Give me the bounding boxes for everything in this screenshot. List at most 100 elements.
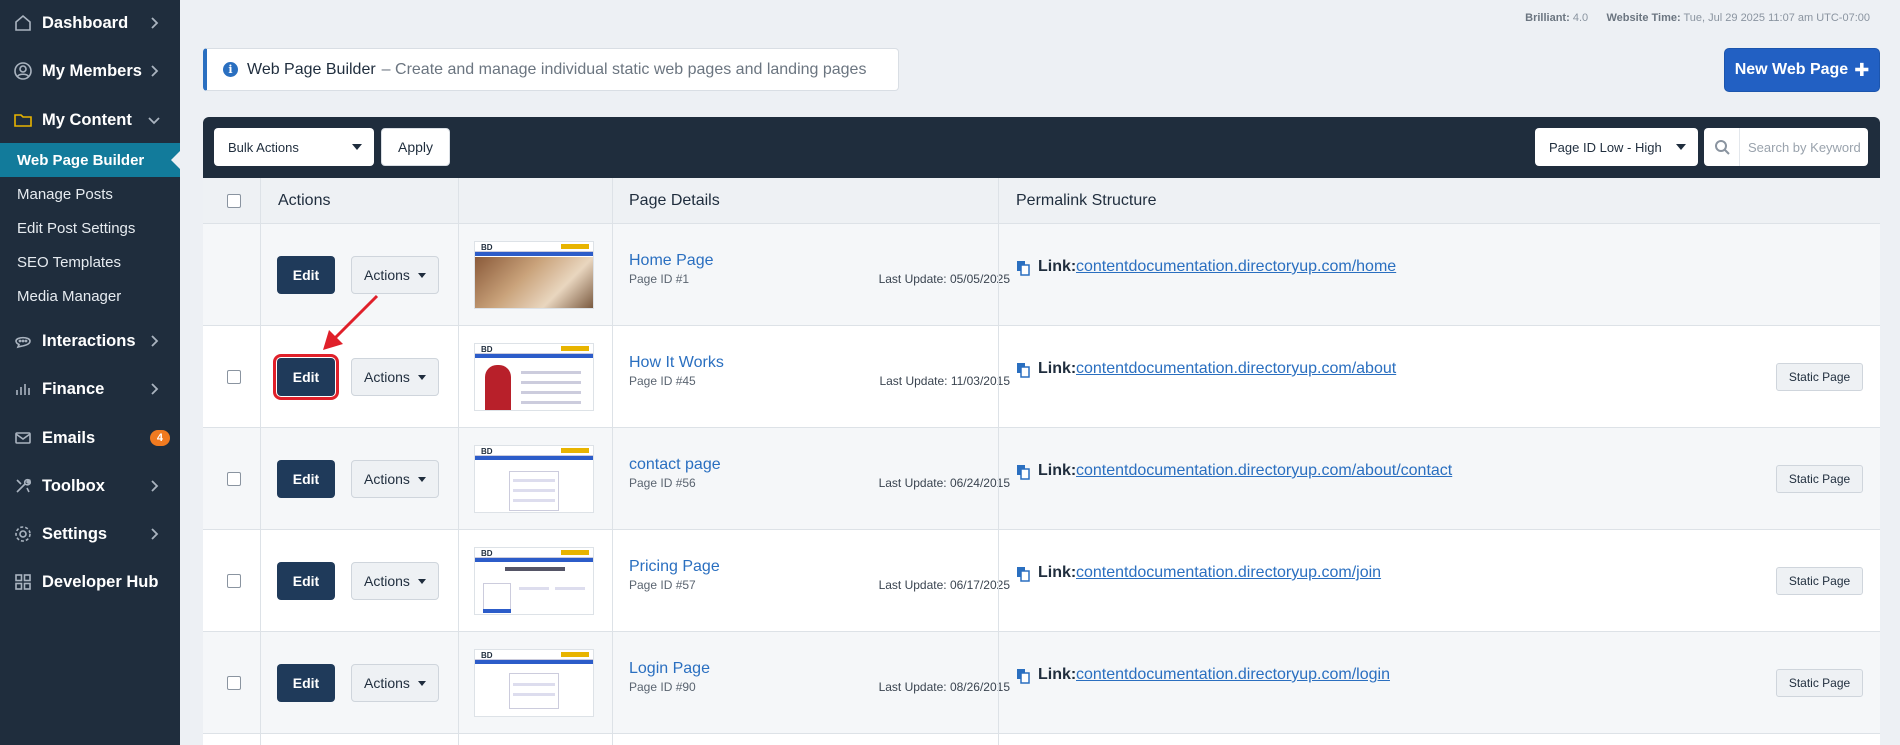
sidebar-item-finance[interactable]: Finance: [0, 369, 180, 409]
header-actions: Actions: [278, 192, 331, 209]
sidebar-item-developer-hub[interactable]: Developer Hub: [0, 562, 180, 602]
website-time-label: Website Time:: [1606, 12, 1681, 24]
chevron-right-icon: [146, 63, 162, 79]
search-icon: [1704, 128, 1740, 166]
sidebar-sub-web-page-builder[interactable]: Web Page Builder: [0, 143, 181, 177]
column-divider: [998, 178, 999, 745]
edit-button[interactable]: Edit: [277, 256, 335, 294]
sort-select[interactable]: Page ID Low - High: [1535, 128, 1698, 166]
edit-button[interactable]: Edit: [277, 460, 335, 498]
sidebar-item-label: Emails: [42, 428, 96, 447]
edit-button[interactable]: Edit: [277, 664, 335, 702]
header-permalink: Permalink Structure: [1016, 192, 1157, 209]
bulk-actions-select[interactable]: Bulk Actions: [214, 128, 374, 166]
permalink-url[interactable]: contentdocumentation.directoryup.com/abo…: [1076, 462, 1452, 480]
row-checkbox[interactable]: [227, 370, 241, 384]
row-checkbox[interactable]: [227, 676, 241, 690]
copy-link-icon[interactable]: [1016, 362, 1030, 378]
actions-dropdown-button[interactable]: Actions: [351, 460, 439, 498]
page-name-link[interactable]: contact page: [629, 456, 721, 474]
apply-label: Apply: [397, 139, 434, 155]
page-name-link[interactable]: Home Page: [629, 252, 714, 270]
thumbnail-logo: BD: [481, 447, 493, 456]
page-thumbnail: BD: [474, 445, 594, 513]
site-meta: Brilliant: 4.0 Website Time: Tue, Jul 29…: [1525, 12, 1870, 24]
home-icon: [12, 12, 34, 34]
sidebar-item-dashboard[interactable]: Dashboard: [0, 3, 180, 43]
page-name-link[interactable]: Login Page: [629, 660, 710, 678]
permalink-url[interactable]: contentdocumentation.directoryup.com/hom…: [1076, 258, 1396, 276]
link-label: Link:: [1038, 666, 1077, 683]
chevron-right-icon: [146, 478, 162, 494]
page-name-link[interactable]: Pricing Page: [629, 558, 720, 576]
actions-dropdown-button[interactable]: Actions: [351, 664, 439, 702]
sort-value: Page ID Low - High: [1549, 139, 1662, 155]
sidebar-item-label: Finance: [42, 379, 105, 398]
tools-icon: [12, 475, 34, 497]
sidebar-item-settings[interactable]: Settings: [0, 514, 180, 554]
row-checkbox[interactable]: [227, 472, 241, 486]
sidebar-sub-label: Manage Posts: [17, 185, 113, 203]
row-checkbox[interactable]: [227, 574, 241, 588]
apply-button[interactable]: Apply: [381, 128, 450, 166]
link-label: Link:: [1038, 462, 1077, 479]
last-update: Last Update: 05/05/2025: [878, 272, 1010, 286]
sidebar-item-label: Settings: [42, 524, 108, 543]
chevron-right-icon: [146, 526, 162, 542]
sidebar-sub-media-manager[interactable]: Media Manager: [0, 279, 180, 313]
chat-icon: [12, 330, 34, 352]
select-all-checkbox[interactable]: [227, 194, 241, 208]
link-label: Link:: [1038, 258, 1077, 275]
website-time-value: Tue, Jul 29 2025 11:07 am UTC-07:00: [1683, 12, 1871, 24]
sidebar-sub-label: Edit Post Settings: [17, 219, 136, 237]
bar-chart-icon: [12, 378, 34, 400]
grid-icon: [12, 571, 34, 593]
static-page-badge: Static Page: [1776, 669, 1863, 697]
sidebar-item-my-content[interactable]: My Content: [0, 100, 180, 140]
caret-down-icon: [352, 144, 362, 150]
edit-button[interactable]: Edit: [277, 562, 335, 600]
new-web-page-button[interactable]: New Web Page ✚: [1724, 48, 1880, 92]
sidebar: Dashboard My Members My Content Web Page…: [0, 0, 181, 745]
caret-down-icon: [418, 681, 426, 686]
permalink-url[interactable]: contentdocumentation.directoryup.com/log…: [1076, 666, 1390, 684]
new-web-page-label: New Web Page: [1734, 61, 1849, 78]
actions-dropdown-button[interactable]: Actions: [351, 562, 439, 600]
edit-button[interactable]: Edit: [273, 354, 339, 400]
page-id: Page ID #90: [629, 680, 696, 694]
caret-down-icon: [418, 273, 426, 278]
gear-icon: [12, 523, 34, 545]
copy-link-icon[interactable]: [1016, 464, 1030, 480]
table-row: Edit Actions BD Pricing Page Page ID #57…: [203, 530, 1880, 632]
permalink-url[interactable]: contentdocumentation.directoryup.com/abo…: [1076, 360, 1396, 378]
sidebar-item-toolbox[interactable]: Toolbox: [0, 466, 180, 506]
sidebar-item-label: My Content: [42, 110, 132, 129]
sidebar-item-interactions[interactable]: Interactions: [0, 321, 180, 361]
page-name-link[interactable]: How It Works: [629, 354, 724, 372]
sidebar-item-label: Interactions: [42, 331, 136, 350]
actions-dropdown-button[interactable]: Actions: [351, 358, 439, 396]
copy-link-icon[interactable]: [1016, 566, 1030, 582]
table-row: Edit Actions BD contact page Page ID #56…: [203, 428, 1880, 530]
copy-link-icon[interactable]: [1016, 668, 1030, 684]
sidebar-sub-manage-posts[interactable]: Manage Posts: [0, 177, 180, 211]
page-description: – Create and manage individual static we…: [381, 60, 867, 78]
page-thumbnail: BD: [474, 649, 594, 717]
page-thumbnail: BD: [474, 547, 594, 615]
sidebar-sub-seo-templates[interactable]: SEO Templates: [0, 245, 180, 279]
permalink-url[interactable]: contentdocumentation.directoryup.com/joi…: [1076, 564, 1381, 582]
actions-label: Actions: [364, 675, 410, 691]
actions-dropdown-button[interactable]: Actions: [351, 256, 439, 294]
sidebar-sub-label: Web Page Builder: [17, 151, 145, 169]
search-box: [1704, 128, 1868, 166]
caret-down-icon: [418, 375, 426, 380]
plus-icon: ✚: [1854, 59, 1870, 80]
link-label: Link:: [1038, 360, 1077, 377]
copy-link-icon[interactable]: [1016, 260, 1030, 276]
sidebar-item-my-members[interactable]: My Members: [0, 51, 180, 91]
sidebar-item-label: My Members: [42, 61, 142, 80]
static-page-badge: Static Page: [1776, 465, 1863, 493]
sidebar-item-emails[interactable]: Emails 4: [0, 418, 180, 458]
search-input[interactable]: [1748, 139, 1868, 155]
sidebar-sub-edit-post-settings[interactable]: Edit Post Settings: [0, 211, 180, 245]
